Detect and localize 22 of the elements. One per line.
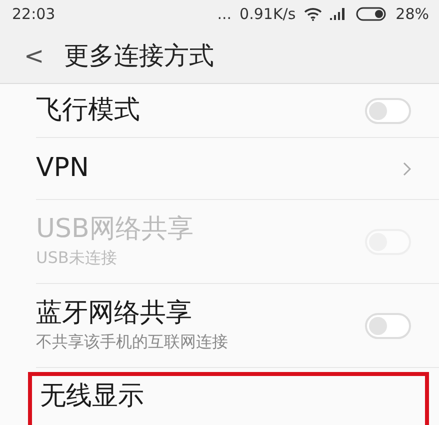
back-button[interactable]: < <box>18 44 50 68</box>
setting-subtitle: 不共享该手机的互联网连接 <box>36 330 229 353</box>
setting-title: 蓝牙网络共享 <box>36 297 193 330</box>
network-speed-text: 0.91K/s <box>240 4 296 25</box>
settings-row[interactable]: 蓝牙网络共享 不共享该手机的互联网连接 <box>36 284 439 368</box>
setting-title: 飞行模式 <box>36 94 141 127</box>
setting-subtitle: USB未连接 <box>36 246 118 269</box>
wifi-icon <box>304 8 322 20</box>
chevron-right-icon <box>403 162 411 176</box>
setting-title: 无线显示 <box>40 380 145 412</box>
settings-row[interactable]: VPN <box>36 138 439 200</box>
more-dots-text: ... <box>217 4 232 25</box>
toggle-switch[interactable] <box>365 98 411 124</box>
settings-row[interactable]: 无线显示 <box>28 372 429 425</box>
page-title: 更多连接方式 <box>64 40 214 72</box>
setting-title: USB网络共享 <box>36 213 194 246</box>
settings-row[interactable]: 飞行模式 <box>36 84 439 138</box>
toggle-switch[interactable] <box>365 312 411 338</box>
battery-icon <box>356 7 388 21</box>
clock-text: 22:03 <box>12 4 56 25</box>
setting-title: VPN <box>36 152 90 185</box>
battery-percent-text: 28% <box>396 4 429 25</box>
